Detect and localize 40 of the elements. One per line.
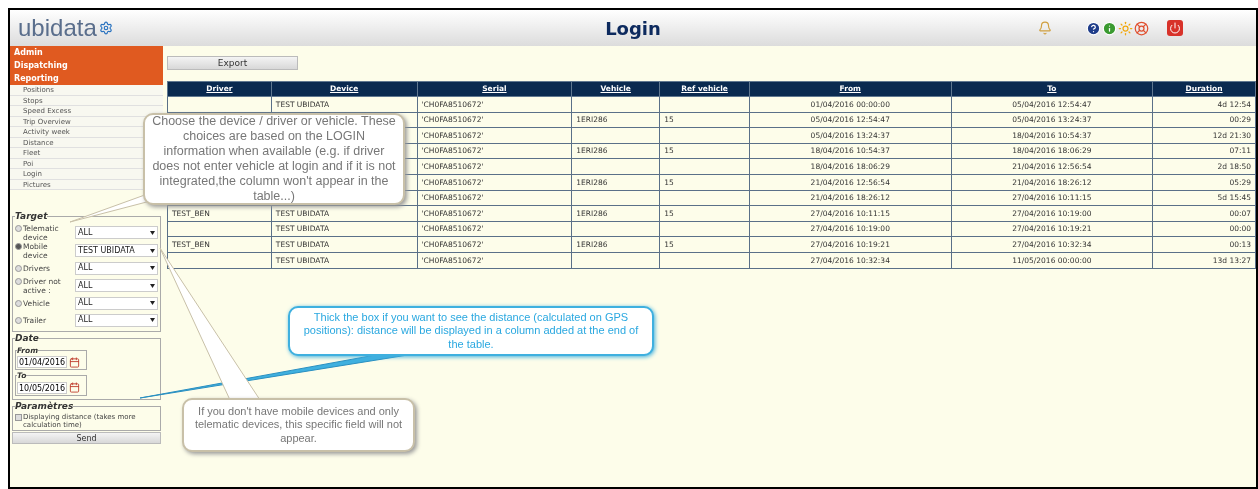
caret-icon (150, 230, 155, 235)
menu-section[interactable]: Admin (10, 46, 163, 59)
checkbox[interactable] (15, 414, 22, 421)
fieldset-legend: Target (15, 210, 48, 224)
info-icon[interactable] (1102, 20, 1117, 36)
caret-icon (150, 248, 155, 253)
caret-icon (150, 283, 155, 288)
select-field[interactable]: ALL (75, 261, 158, 275)
menu-section[interactable]: Dispatching (10, 59, 163, 72)
notification-icon[interactable] (1038, 20, 1052, 36)
calendar-icon[interactable] (69, 382, 81, 393)
select-field[interactable]: TEST UBIDATA (75, 244, 158, 257)
send-button[interactable]: Send (12, 432, 161, 444)
radio-button[interactable] (15, 316, 22, 324)
help-icon[interactable] (1086, 20, 1101, 36)
lifebuoy-icon[interactable] (1134, 20, 1149, 36)
radio-button[interactable] (15, 299, 22, 307)
radio-button[interactable] (15, 264, 22, 272)
caret-icon (150, 301, 155, 305)
export-button[interactable]: Export (167, 56, 298, 70)
fieldset-legend: Paramètres (15, 399, 74, 413)
radio-button[interactable] (15, 277, 22, 285)
select-field[interactable]: ALL (75, 226, 158, 239)
logo-text: ubidata (18, 16, 97, 40)
callout-tooltip: If you don't have mobile devices and only telematic devices, this specific field will not appear. (182, 398, 415, 452)
callout-tooltip: Thick the box if you want to see the distance (calculated on GPS positions): distance will be displayed in a column added at the end of the table. (288, 306, 654, 356)
select-field[interactable]: ALL (75, 296, 158, 310)
power-icon[interactable] (1167, 20, 1183, 36)
page-title: Login (605, 16, 661, 41)
calendar-icon[interactable] (69, 356, 81, 368)
caret-icon (150, 266, 155, 270)
radio-button[interactable] (15, 242, 22, 250)
caret-icon (150, 318, 155, 322)
select-field[interactable]: ALL (75, 313, 158, 327)
radio-button[interactable] (15, 224, 22, 232)
select-field[interactable]: ALL (75, 279, 158, 292)
date-field[interactable]: 01/04/2016 (17, 356, 68, 369)
date-field[interactable]: 10/05/2016 (17, 381, 68, 394)
menu-section[interactable]: Reporting (10, 72, 163, 85)
fieldset-legend: Date (15, 331, 39, 345)
